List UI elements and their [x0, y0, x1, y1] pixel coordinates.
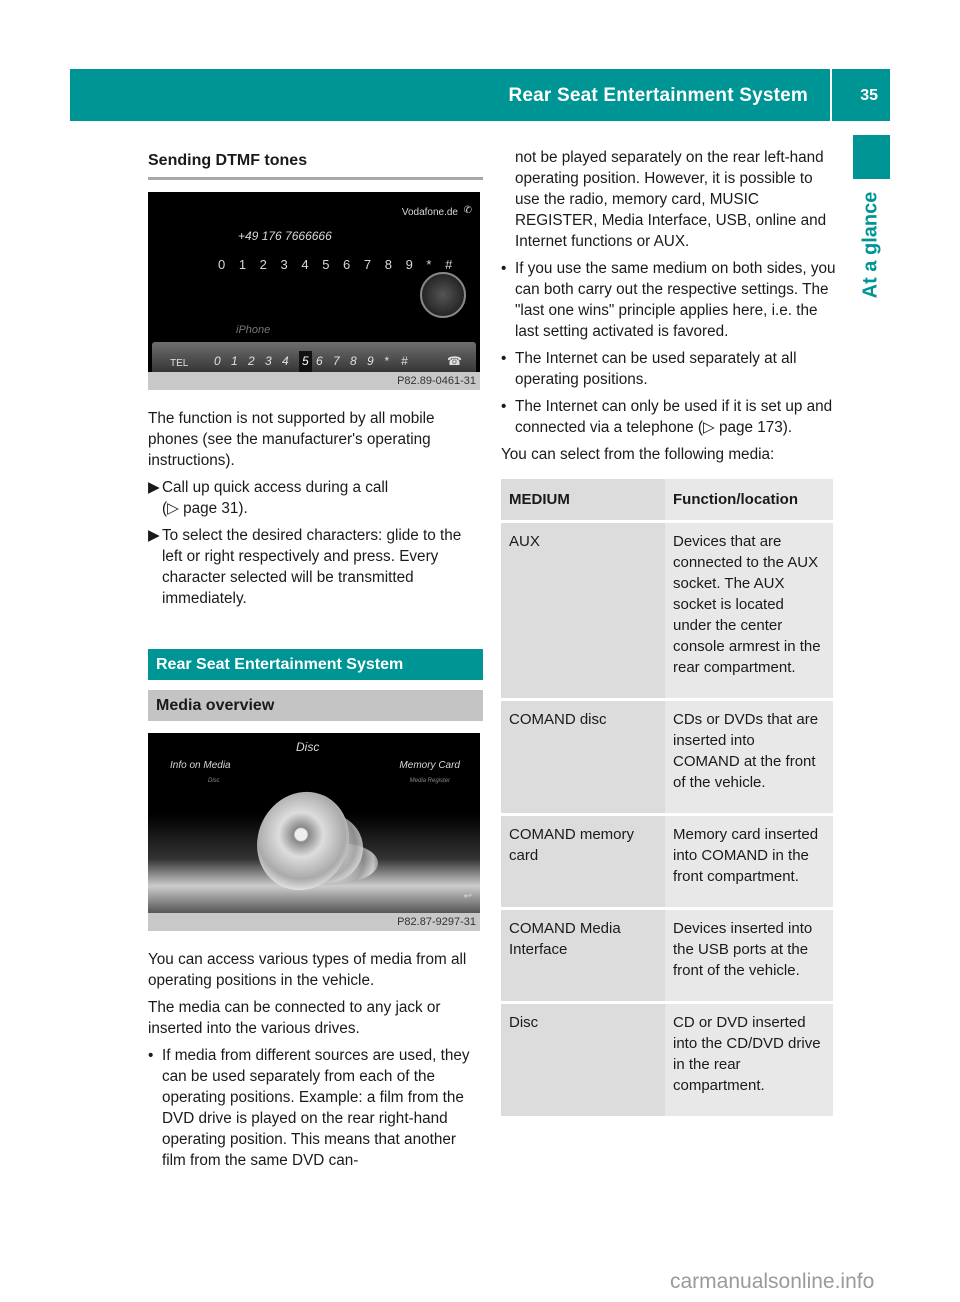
- bullet-icon: •: [148, 1047, 154, 1064]
- bullet-item: • The Internet can be used separately at…: [501, 350, 797, 388]
- end-call-button: [420, 272, 466, 318]
- chapter-tab-marker: [853, 135, 890, 179]
- running-header-title: Rear Seat Entertainment System: [508, 85, 808, 106]
- section-title-dtmf: Sending DTMF tones: [148, 150, 483, 180]
- media-right-sub: Media Register: [409, 778, 450, 784]
- dtmf-key: 7: [333, 354, 340, 368]
- bullet-item: • The Internet can only be used if it is…: [501, 398, 833, 436]
- medium-cell: COMAND Media Interface: [501, 908, 665, 1003]
- function-cell: CD or DVD inserted into the CD/DVD drive…: [665, 1002, 833, 1118]
- running-header: Rear Seat Entertainment System 35: [70, 69, 890, 121]
- medium-cell: COMAND disc: [501, 699, 665, 815]
- paragraph: The media can be connected to any jack o…: [148, 999, 441, 1037]
- bullet-icon: •: [501, 260, 507, 277]
- bullet-item: • If you use the same medium on both sid…: [501, 260, 836, 340]
- table-row: COMAND memory card Memory card inserted i…: [501, 814, 833, 909]
- bullet-item-continued: not be played separately on the rear lef…: [515, 149, 827, 250]
- carrier-name: Vodafone.de: [401, 207, 458, 218]
- medium-cell: AUX: [501, 521, 665, 700]
- dtmf-key: 9: [367, 354, 374, 368]
- bullet-item: • If media from different sources are us…: [148, 1047, 470, 1169]
- step-item: ▶ To select the desired characters: glid…: [148, 527, 462, 607]
- phone-icon: ✆: [463, 205, 472, 216]
- media-left-label: Info on Media: [170, 760, 231, 771]
- header-divider: [830, 69, 832, 121]
- back-icon: ↩: [463, 891, 472, 902]
- table-row: Disc CD or DVD inserted into the CD/DVD d…: [501, 1002, 833, 1118]
- step-item: ▶ Call up quick access during a call (▷ …: [148, 479, 389, 517]
- device-name: iPhone: [236, 324, 271, 336]
- table-intro: You can select from the following media:: [501, 446, 775, 463]
- paragraph: You can access various types of media fr…: [148, 951, 467, 989]
- dtmf-key: 4: [282, 354, 289, 368]
- function-cell: CDs or DVDs that are inserted into COMAN…: [665, 699, 833, 815]
- dtmf-key: 3: [265, 354, 272, 368]
- dtmf-key: 2: [248, 354, 255, 368]
- watermark: carmanualsonline.info: [670, 1270, 875, 1293]
- dtmf-figure: Vodafone.de ✆ +49 176 7666666 0 1 2 3 4 …: [148, 192, 480, 390]
- page-reference-link[interactable]: (▷ page 31).: [162, 500, 248, 517]
- table-row: COMAND disc CDs or DVDs that are inserted…: [501, 699, 833, 815]
- bullet-icon: •: [501, 350, 507, 367]
- arrow-marker-icon: ▶: [148, 527, 160, 544]
- bullet-icon: •: [501, 398, 507, 415]
- dtmf-key: #: [401, 354, 408, 368]
- right-column: not be played separately on the rear lef…: [501, 147, 836, 1119]
- medium-cell: Disc: [501, 1002, 665, 1118]
- figure-caption: P82.87-9297-31: [148, 913, 480, 931]
- table-row: AUX Devices that are connected to the AUX…: [501, 521, 833, 700]
- dtmf-input-bar: TEL 0 1 2 3 4 5 6 7 8 9 * # ☎: [152, 342, 476, 372]
- media-screen-image: Disc Info on Media Disc Memory Card Medi…: [148, 733, 480, 913]
- tel-label: TEL: [170, 358, 189, 369]
- arrow-marker-icon: ▶: [148, 479, 160, 496]
- media-table: MEDIUM Function/location AUX Devices that…: [501, 479, 833, 1119]
- dtmf-key: 5: [299, 351, 312, 372]
- table-header-row: MEDIUM Function/location: [501, 479, 833, 522]
- dtmf-key: *: [384, 354, 389, 368]
- page-number: 35: [860, 87, 878, 104]
- chapter-band-title: Rear Seat Entertainment System: [148, 649, 483, 680]
- media-center-label: Disc: [296, 740, 320, 754]
- disc-image-1: [241, 776, 365, 906]
- function-cell: Memory card inserted into COMAND in the …: [665, 814, 833, 909]
- media-figure: Disc Info on Media Disc Memory Card Medi…: [148, 733, 480, 931]
- dtmf-screen-image: Vodafone.de ✆ +49 176 7666666 0 1 2 3 4 …: [148, 192, 480, 372]
- function-cell: Devices inserted into the USB ports at t…: [665, 908, 833, 1003]
- hangup-icon: ☎: [447, 354, 462, 368]
- phone-number: +49 176 7666666: [238, 229, 332, 243]
- section-band-media-overview: Media overview: [148, 690, 483, 721]
- dtmf-key: 6: [316, 354, 323, 368]
- media-left-sub: Disc: [208, 778, 220, 784]
- figure-caption: P82.89-0461-31: [148, 372, 480, 390]
- dtmf-keypad-row: 0 1 2 3 4 5 6 7 8 9 * #: [218, 257, 458, 272]
- dtmf-key: 8: [350, 354, 357, 368]
- table-row: COMAND Media Interface Devices inserted i…: [501, 908, 833, 1003]
- dtmf-key: 1: [231, 354, 238, 368]
- chapter-tab-label: At a glance: [859, 191, 882, 299]
- column-header: Function/location: [665, 479, 833, 522]
- dtmf-note: The function is not supported by all mob…: [148, 410, 435, 469]
- medium-cell: COMAND memory card: [501, 814, 665, 909]
- function-cell: Devices that are connected to the AUX so…: [665, 521, 833, 700]
- left-column: Sending DTMF tones Vodafone.de ✆ +49 176…: [148, 150, 483, 1177]
- column-header: MEDIUM: [501, 479, 665, 522]
- dtmf-key: 0: [214, 354, 221, 368]
